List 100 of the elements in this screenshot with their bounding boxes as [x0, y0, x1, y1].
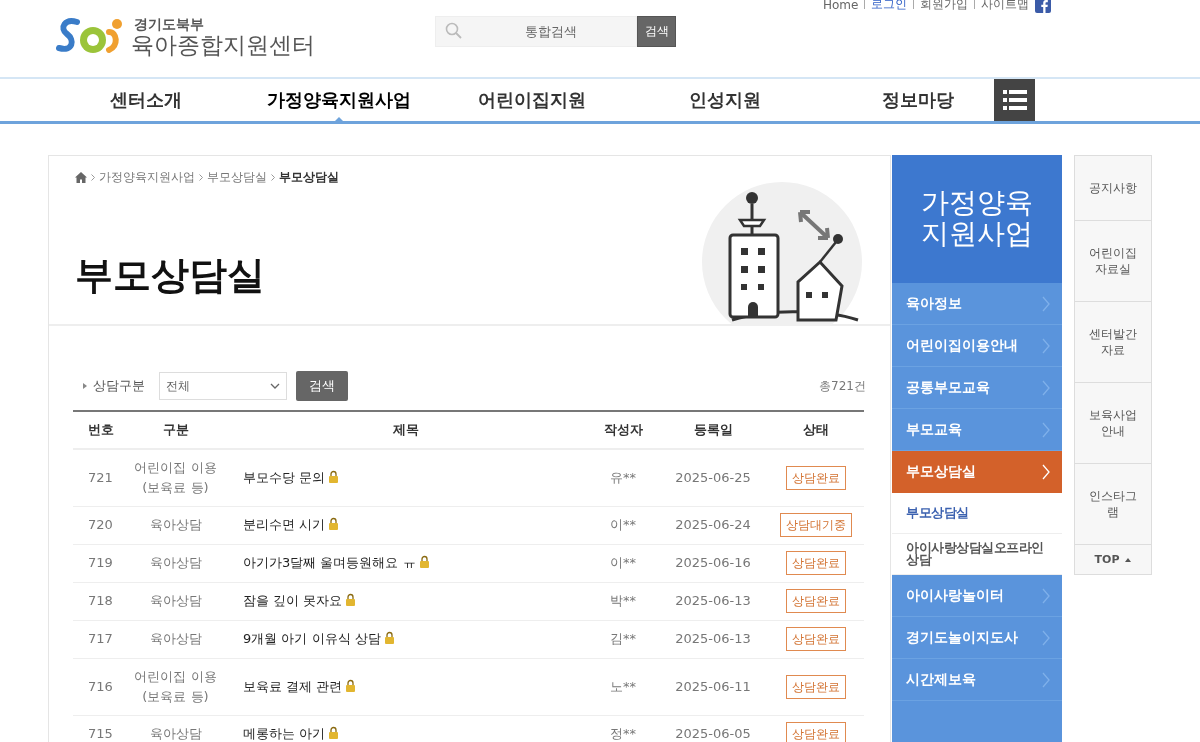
column-header: 번호	[73, 411, 128, 449]
chevron-icon	[1042, 337, 1050, 354]
chevron-icon	[1042, 463, 1050, 480]
side-submenu-item[interactable]: 아이사랑상담실오프라인 상담	[892, 534, 1062, 575]
table-cell: 2025-06-24	[658, 506, 768, 544]
menu-button[interactable]	[994, 79, 1035, 121]
page-title: 부모상담실	[75, 252, 265, 299]
nav-item[interactable]: 정보마당	[821, 79, 1014, 121]
lock-icon	[345, 678, 357, 692]
lock-icon	[345, 593, 357, 607]
status-tag: 상담완료	[786, 465, 846, 490]
table-cell: 육아상담	[128, 582, 223, 620]
post-title-link[interactable]: 잠을 깊이 못자요	[243, 593, 343, 609]
nav-item[interactable]: 어린이집지원	[435, 79, 628, 121]
status-tag: 상담완료	[786, 589, 846, 613]
table-cell: 육아상담	[128, 544, 223, 582]
menu-icon	[1002, 90, 1027, 110]
chevron-icon	[199, 174, 203, 181]
column-header: 상태	[768, 411, 864, 449]
status-tag: 상담완료	[786, 722, 846, 742]
table-cell: 2025-06-13	[658, 582, 768, 620]
post-title-link[interactable]: 보육료 결제 관련	[243, 678, 343, 694]
table-cell: 노**	[588, 658, 658, 715]
chevron-icon	[1042, 671, 1050, 688]
table-cell: 김**	[588, 620, 658, 658]
table-cell: 어린이집 이용 (보육료 등)	[128, 658, 223, 715]
table-cell: 2025-06-05	[658, 715, 768, 742]
table-cell: 육아상담	[128, 715, 223, 742]
nav-item[interactable]: 센터소개	[49, 79, 242, 121]
column-header: 제목	[223, 411, 588, 449]
nav-item[interactable]: 가정양육지원사업	[242, 79, 435, 121]
table-cell: 716	[73, 658, 128, 715]
table-cell: 육아상담	[128, 620, 223, 658]
table-cell: 2025-06-16	[658, 544, 768, 582]
post-title-link[interactable]: 메롱하는 아기	[243, 726, 326, 742]
top-link[interactable]: Home	[823, 0, 859, 12]
status-tag: 상담완료	[786, 627, 846, 651]
category-select[interactable]: 전체	[159, 372, 287, 400]
table-cell: 2025-06-25	[658, 449, 768, 506]
table-cell: 이**	[588, 506, 658, 544]
top-button[interactable]: TOP	[1075, 545, 1151, 574]
table-cell: 715	[73, 715, 128, 742]
lock-icon	[328, 517, 340, 531]
table-cell: 720	[73, 506, 128, 544]
table-cell: 2025-06-13	[658, 620, 768, 658]
table-cell: 2025-06-11	[658, 658, 768, 715]
breadcrumb-link[interactable]: 가정양육지원사업	[99, 169, 195, 186]
chevron-icon	[1042, 587, 1050, 604]
bullet-icon	[83, 383, 87, 389]
chevron-icon	[1042, 629, 1050, 646]
table-cell: 정**	[588, 715, 658, 742]
total-count: 총721건	[819, 377, 866, 395]
post-title-link[interactable]: 분리수면 시기	[243, 517, 326, 533]
facebook-icon[interactable]	[1035, 0, 1052, 13]
table-cell: 유**	[588, 449, 658, 506]
filter-label: 상담구분	[93, 377, 145, 395]
status-tag: 상담완료	[786, 551, 846, 575]
post-title-link[interactable]: 9개월 아기 이유식 상담	[243, 631, 381, 647]
side-submenu-item[interactable]: 부모상담실	[892, 493, 1062, 534]
table-cell: 이**	[588, 544, 658, 582]
caret-up-icon	[1125, 557, 1132, 562]
column-header: 등록일	[658, 411, 768, 449]
chevron-down-icon	[270, 383, 280, 389]
column-header: 작성자	[588, 411, 658, 449]
search-button[interactable]: 검색	[637, 16, 676, 47]
table-cell: 717	[73, 620, 128, 658]
table-cell: 박**	[588, 582, 658, 620]
table-cell: 719	[73, 544, 128, 582]
quick-link[interactable]: 어린이집 자료실	[1075, 221, 1151, 302]
column-header: 구분	[128, 411, 223, 449]
quick-link[interactable]: 공지사항	[1075, 156, 1151, 221]
chevron-icon	[91, 174, 95, 181]
table-cell: 육아상담	[128, 506, 223, 544]
chevron-icon	[1042, 295, 1050, 312]
lock-icon	[328, 470, 340, 483]
lock-icon	[328, 726, 340, 740]
lock-icon	[418, 555, 430, 569]
lock-icon	[383, 631, 395, 645]
chevron-icon	[1042, 379, 1050, 396]
side-menu-item[interactable]: 부모상담실	[892, 451, 1062, 493]
post-title-link[interactable]: 아기가3달째 울며등원해요 ㅠ	[243, 555, 416, 571]
nav-item[interactable]: 인성지원	[628, 79, 821, 121]
status-tag: 상담대기중	[780, 513, 852, 537]
breadcrumb-link[interactable]: 부모상담실	[279, 169, 339, 186]
search-field[interactable]: 통합검색	[435, 16, 637, 47]
post-title-link[interactable]: 부모수당 문의	[243, 470, 326, 485]
status-tag: 상담완료	[786, 674, 846, 699]
chevron-icon	[1042, 421, 1050, 438]
quick-link[interactable]: 인스타그 램	[1075, 464, 1151, 545]
logo-title: 육아종합지원센터	[131, 34, 315, 57]
table-cell: 어린이집 이용 (보육료 등)	[128, 449, 223, 506]
search-button[interactable]: 검색	[296, 371, 348, 401]
quick-link[interactable]: 보육사업 안내	[1075, 383, 1151, 464]
quick-link[interactable]: 센터발간 자료	[1075, 302, 1151, 383]
logo-subtitle: 경기도북부	[134, 17, 205, 31]
home-icon[interactable]	[75, 172, 87, 183]
breadcrumb-link[interactable]: 부모상담실	[207, 169, 267, 186]
search-icon	[445, 22, 463, 40]
side-menu-title: 가정양육 지원사업	[921, 188, 1033, 250]
table-cell: 721	[73, 449, 128, 506]
